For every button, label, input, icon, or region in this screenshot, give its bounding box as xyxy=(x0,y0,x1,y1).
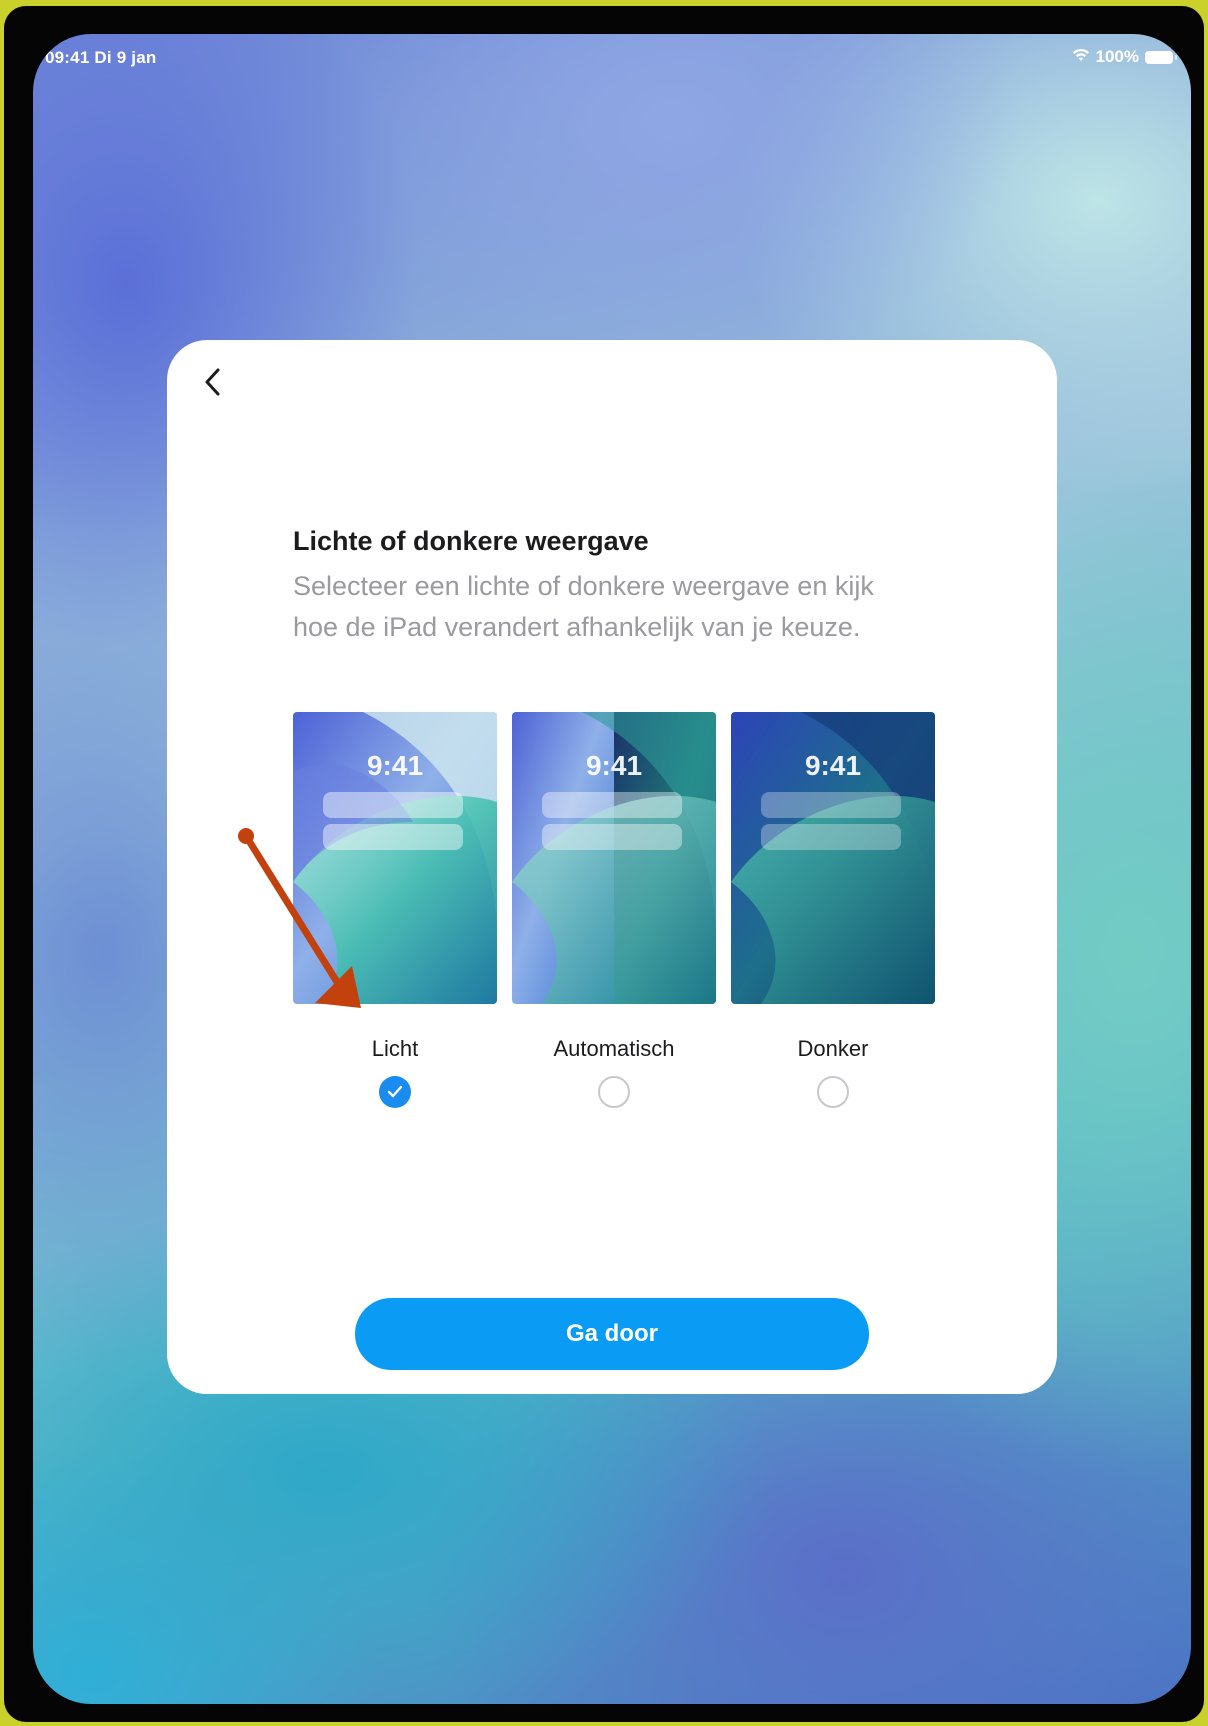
option-label-automatic: Automatisch xyxy=(553,1036,675,1061)
continue-button[interactable]: Ga door xyxy=(355,1298,869,1370)
radio-dark[interactable] xyxy=(817,1076,849,1108)
device-bezel: 09:41 Di 9 jan 100% Lichte of donkere we… xyxy=(4,6,1204,1722)
radio-light[interactable] xyxy=(379,1076,411,1108)
back-button[interactable] xyxy=(195,364,231,400)
preview-clock: 9:41 xyxy=(804,750,862,781)
chevron-left-icon xyxy=(205,368,220,396)
battery-icon xyxy=(1145,50,1177,64)
checkmark-icon xyxy=(387,1085,403,1098)
option-dark[interactable]: 9:41 Donker xyxy=(731,712,935,1108)
option-label-light: Licht xyxy=(371,1036,419,1061)
appearance-dialog: Lichte of donkere weergave Selecteer een… xyxy=(167,340,1057,1394)
status-indicators: 100% xyxy=(1072,47,1177,67)
wifi-icon xyxy=(1072,47,1090,67)
status-time-date: 09:41 Di 9 jan xyxy=(45,48,157,67)
appearance-options: 9:41 Licht 9:41 Automatisch 9:41 Donker xyxy=(293,712,935,1112)
preview-clock: 9:41 xyxy=(366,750,424,781)
option-light[interactable]: 9:41 Licht xyxy=(293,712,497,1108)
dark-preview-image[interactable]: 9:41 xyxy=(731,712,935,1004)
option-label-dark: Donker xyxy=(797,1036,869,1061)
radio-automatic[interactable] xyxy=(598,1076,630,1108)
page-title: Lichte of donkere weergave xyxy=(293,526,649,556)
preview-clock: 9:41 xyxy=(585,750,643,781)
page-subtitle: Selecteer een lichte of donkere weergave… xyxy=(293,571,874,642)
device-screen: 09:41 Di 9 jan 100% Lichte of donkere we… xyxy=(33,34,1191,1704)
battery-percentage: 100% xyxy=(1095,47,1139,66)
light-preview-image[interactable]: 9:41 xyxy=(293,712,497,1004)
automatic-preview-image[interactable]: 9:41 xyxy=(512,712,716,1004)
option-automatic[interactable]: 9:41 Automatisch xyxy=(512,712,716,1108)
